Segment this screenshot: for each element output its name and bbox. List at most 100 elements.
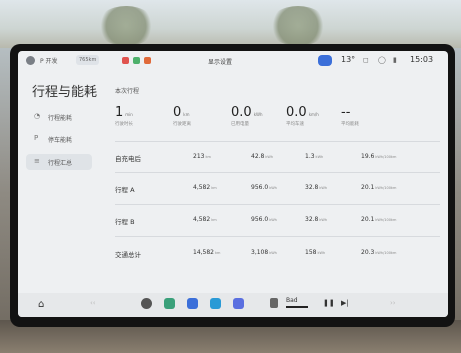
app-icon[interactable] [164,298,175,309]
cell-unit: km [215,251,221,255]
cell-unit: kWh [315,155,324,159]
stat-unit: km/h [308,112,319,117]
power-icon[interactable]: ◯ [378,56,386,64]
cell-unit: km [205,155,211,159]
cell-value: 1.3 [305,153,315,160]
summary-icon: ≡ [34,157,40,165]
page-title: 显示设置 [208,59,233,66]
cell-unit: kWh/100km [375,251,397,255]
pause-icon[interactable]: ❚❚ [323,299,335,307]
cell-energy: 42.8kWh [251,153,273,160]
cell-distance: 4,582km [193,216,217,223]
cell-value: 213 [193,153,205,160]
stat-value: -- [341,105,351,120]
status-bar: P 开发 765km 显示设置 13° ◻ ◯ ▮ 15:03 [18,51,448,73]
stat-value: 0.0 [286,105,307,120]
divider [115,172,440,173]
stat-label: 行驶距离 [173,122,191,127]
row-label: 自充电后 [115,155,141,163]
cell-unit: kWh [317,251,326,255]
cell-value: 32.8 [305,216,319,223]
cell-value: 19.6 [361,153,375,160]
cell-value: 4,582 [193,216,211,223]
divider [115,236,440,237]
cell-distance: 4,582km [193,184,217,191]
cell-unit: kWh [319,218,328,222]
album-art-icon[interactable] [270,298,278,308]
sidebar-item-trip-energy[interactable]: ◔ 行程能耗 [26,109,92,125]
cell-energy: 956.0kWh [251,184,277,191]
home-icon[interactable]: ⌂ [38,299,44,310]
stat-distance: 0 km 行驶距离 [173,101,191,127]
sidebar-item-trip-summary[interactable]: ≡ 行程汇总 [26,154,92,170]
user-avatar-icon[interactable] [26,56,35,65]
next-track-icon[interactable]: ▶| [341,299,349,307]
current-trip-label: 本次行程 [115,88,140,95]
cell-energy: 3,108kWh [251,249,277,256]
table-row-since-charge: 自充电后 213km 42.8kWh 1.3kWh 19.6kWh/100km [115,152,440,166]
apps-grid-icon[interactable] [233,298,244,309]
camera-app-icon[interactable] [187,298,198,309]
cell-consumption: 20.3kWh/100km [361,249,396,256]
stat-value: 1 [115,105,124,120]
cell-value: 42.8 [251,153,265,160]
cell-value: 158 [305,249,317,256]
cell-other: 158kWh [305,249,325,256]
stat-label: 行驶时长 [115,122,133,127]
cell-unit: kWh [269,218,277,222]
cell-value: 20.3 [361,249,375,256]
divider [115,204,440,205]
taskbar: ⌂ ‹‹ Bad ❚❚ ▶| ›› [18,293,448,317]
car-display: P 开发 765km 显示设置 13° ◻ ◯ ▮ 15:03 行程与能耗 ◔ … [18,51,448,317]
background-sky [0,0,461,48]
status-icon[interactable] [133,57,140,64]
cell-distance: 213km [193,153,211,160]
cell-unit: km [211,218,217,222]
media-progress[interactable] [286,306,308,308]
cell-consumption: 20.1kWh/100km [361,184,396,191]
sentry-icon[interactable] [122,57,129,64]
sidebar-title: 行程与能耗 [32,85,98,100]
cell-other: 32.8kWh [305,184,327,191]
sidebar-item-parking-energy[interactable]: P 停车能耗 [26,131,92,147]
cell-unit: kWh/100km [375,155,397,159]
settings-icon[interactable] [141,298,152,309]
row-label: 行程 A [115,186,135,194]
camera-icon[interactable]: ◻ [363,56,369,64]
stat-unit: kWh [253,112,263,117]
stat-avg-consumption: -- 平均能耗 [341,101,359,127]
user-name[interactable]: P 开发 [40,56,58,65]
cell-unit: kWh [269,186,277,190]
cell-value: 956.0 [251,184,269,191]
background-tree [96,6,156,46]
row-label: 交通总计 [115,251,141,259]
stat-avg-speed: 0.0 km/h 平均车速 [286,101,319,127]
alert-icon[interactable] [144,57,151,64]
cell-energy: 956.0kWh [251,216,277,223]
stat-unit: km [183,112,190,117]
divider [115,141,440,142]
cell-unit: kWh/100km [375,186,397,190]
stat-label: 平均能耗 [341,122,359,127]
forward-arrow-icon[interactable]: ›› [390,299,396,307]
cell-other: 32.8kWh [305,216,327,223]
table-row-trip-b[interactable]: 行程 B 4,582km 956.0kWh 32.8kWh 20.1kWh/10… [115,215,440,229]
stat-label: 平均车速 [286,122,304,127]
row-label: 行程 B [115,218,135,226]
temperature: 13° [341,55,356,64]
stat-label: 已用电量 [231,122,249,127]
cell-consumption: 20.1kWh/100km [361,216,396,223]
media-title[interactable]: Bad [286,297,298,304]
chart-icon: ◔ [34,112,41,120]
cell-unit: kWh [269,251,277,255]
sidebar-item-label: 行程汇总 [48,160,73,167]
cell-unit: kWh/100km [375,218,397,222]
notification-badge[interactable] [318,55,332,66]
cell-value: 3,108 [251,249,269,256]
back-arrow-icon[interactable]: ‹‹ [90,299,96,307]
table-row-trip-a[interactable]: 行程 A 4,582km 956.0kWh 32.8kWh 20.1kWh/10… [115,183,440,197]
background-tree [268,6,328,46]
calendar-icon[interactable] [210,298,221,309]
table-row-total: 交通总计 14,582km 3,108kWh 158kWh 20.3kWh/10… [115,248,440,262]
cell-value: 20.1 [361,216,375,223]
